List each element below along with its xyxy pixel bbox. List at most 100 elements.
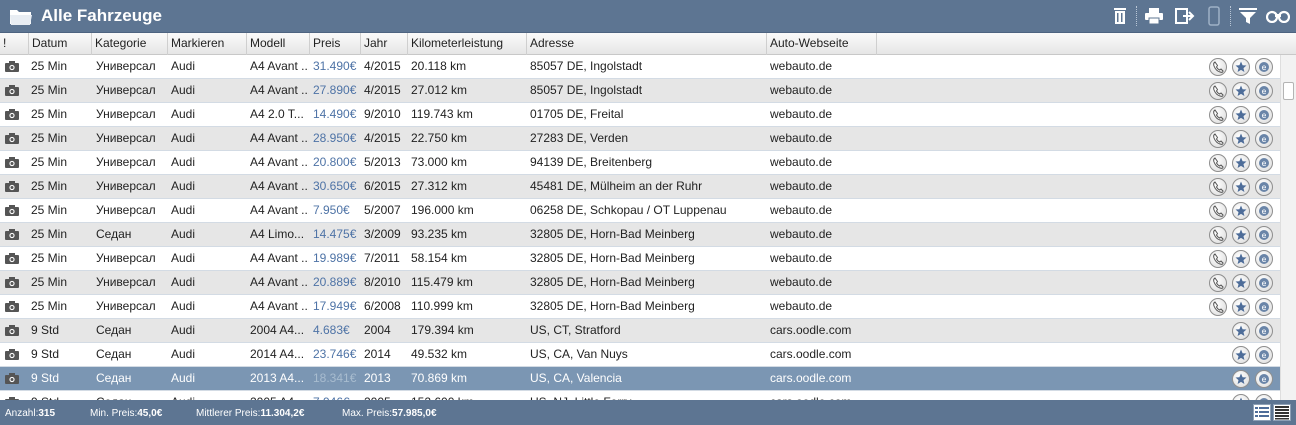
column-header-webseite[interactable]: Auto-Webseite (767, 33, 877, 55)
star-icon[interactable] (1232, 274, 1250, 292)
scrollbar-thumb[interactable] (1283, 82, 1294, 100)
table-row[interactable]: 25 Min Универсал Audi A4 Avant ... 17.94… (0, 295, 1280, 319)
star-icon[interactable] (1232, 106, 1250, 124)
cell-webseite[interactable]: webauto.de (770, 151, 876, 174)
cell-webseite[interactable]: webauto.de (770, 223, 876, 246)
table-row[interactable]: 9 Std Седан Audi 2013 A4... 18.341€ 2013… (0, 367, 1280, 391)
cell-webseite[interactable]: webauto.de (770, 199, 876, 222)
column-header-modell[interactable]: Modell (247, 33, 310, 55)
cell-webseite[interactable]: webauto.de (770, 295, 876, 318)
cell-webseite[interactable]: webauto.de (770, 79, 876, 102)
cell-modell: A4 Avant ... (250, 83, 309, 97)
browser-e-icon[interactable]: e (1255, 202, 1273, 220)
browser-e-icon[interactable]: e (1255, 106, 1273, 124)
mobile-icon[interactable] (1202, 5, 1226, 27)
star-icon[interactable] (1232, 370, 1250, 388)
table-row[interactable]: 9 Std Седан Audi 2005 A4... 7.946€ 2005 … (0, 391, 1280, 400)
column-header-flag[interactable]: ! (0, 33, 29, 55)
filter-icon[interactable] (1236, 5, 1260, 27)
table-row[interactable]: 25 Min Универсал Audi A4 Avant ... 27.89… (0, 79, 1280, 103)
browser-e-icon[interactable]: e (1255, 250, 1273, 268)
list-view-icon[interactable] (1253, 404, 1271, 421)
vertical-scrollbar[interactable] (1280, 55, 1296, 400)
cell-jahr: 2014 (364, 347, 391, 361)
browser-e-icon[interactable]: e (1255, 130, 1273, 148)
star-icon[interactable] (1232, 298, 1250, 316)
table-row[interactable]: 25 Min Универсал Audi A4 Avant ... 7.950… (0, 199, 1280, 223)
column-header-markieren[interactable]: Markieren (168, 33, 247, 55)
column-header-adresse[interactable]: Adresse (527, 33, 767, 55)
phone-icon[interactable] (1209, 58, 1227, 76)
detail-view-icon[interactable] (1273, 404, 1291, 421)
star-icon[interactable] (1232, 250, 1250, 268)
phone-icon[interactable] (1209, 154, 1227, 172)
svg-text:e: e (1262, 207, 1267, 216)
table-row[interactable]: 25 Min Универсал Audi A4 Avant ... 20.80… (0, 151, 1280, 175)
phone-icon[interactable] (1209, 82, 1227, 100)
star-icon[interactable] (1232, 154, 1250, 172)
cell-webseite[interactable]: webauto.de (770, 175, 876, 198)
browser-e-icon[interactable]: e (1255, 154, 1273, 172)
star-icon[interactable] (1232, 58, 1250, 76)
cell-adresse: 32805 DE, Horn-Bad Meinberg (530, 299, 695, 313)
column-header-jahr[interactable]: Jahr (361, 33, 408, 55)
status-bar: Anzahl:315 Min. Preis:45,0€ Mittlerer Pr… (0, 400, 1296, 425)
star-icon[interactable] (1232, 130, 1250, 148)
star-icon[interactable] (1232, 178, 1250, 196)
table-row[interactable]: 25 Min Универсал Audi A4 Avant ... 28.95… (0, 127, 1280, 151)
star-icon[interactable] (1232, 82, 1250, 100)
browser-e-icon[interactable]: e (1255, 178, 1273, 196)
cell-kategorie: Универсал (96, 275, 156, 289)
phone-icon[interactable] (1209, 202, 1227, 220)
trash-icon[interactable] (1108, 5, 1132, 27)
phone-icon[interactable] (1209, 106, 1227, 124)
column-header-datum[interactable]: Datum (29, 33, 92, 55)
cell-webseite[interactable]: cars.oodle.com (770, 391, 876, 400)
cell-webseite[interactable]: cars.oodle.com (770, 343, 876, 366)
column-header-preis[interactable]: Preis (310, 33, 361, 55)
browser-e-icon[interactable]: e (1255, 58, 1273, 76)
table-row[interactable]: 25 Min Универсал Audi A4 Avant ... 31.49… (0, 55, 1280, 79)
phone-icon[interactable] (1209, 178, 1227, 196)
browser-e-icon[interactable]: e (1255, 370, 1273, 388)
browser-e-icon[interactable]: e (1255, 322, 1273, 340)
cell-webseite[interactable]: webauto.de (770, 271, 876, 294)
browser-e-icon[interactable]: e (1255, 82, 1273, 100)
table-row[interactable]: 25 Min Седан Audi A4 Limo... 14.475€ 3/2… (0, 223, 1280, 247)
phone-icon[interactable] (1209, 130, 1227, 148)
cell-webseite[interactable]: webauto.de (770, 103, 876, 126)
camera-icon (5, 61, 19, 72)
binoculars-icon[interactable] (1266, 5, 1290, 27)
cell-datum: 25 Min (31, 179, 68, 193)
browser-e-icon[interactable]: e (1255, 346, 1273, 364)
star-icon[interactable] (1232, 322, 1250, 340)
cell-preis: 4.683€ (313, 323, 350, 337)
browser-e-icon[interactable]: e (1255, 274, 1273, 292)
table-row[interactable]: 25 Min Универсал Audi A4 Avant ... 19.98… (0, 247, 1280, 271)
cell-webseite[interactable]: webauto.de (770, 247, 876, 270)
star-icon[interactable] (1232, 202, 1250, 220)
cell-webseite[interactable]: cars.oodle.com (770, 319, 876, 342)
star-icon[interactable] (1232, 346, 1250, 364)
table-row[interactable]: 25 Min Универсал Audi A4 Avant ... 20.88… (0, 271, 1280, 295)
phone-icon[interactable] (1209, 274, 1227, 292)
phone-icon[interactable] (1209, 250, 1227, 268)
table-row[interactable]: 9 Std Седан Audi 2004 A4... 4.683€ 2004 … (0, 319, 1280, 343)
cell-adresse: 06258 DE, Schkopau / OT Luppenau (530, 203, 727, 217)
print-icon[interactable] (1142, 5, 1166, 27)
browser-e-icon[interactable]: e (1255, 226, 1273, 244)
cell-webseite[interactable]: cars.oodle.com (770, 367, 876, 390)
phone-icon[interactable] (1209, 298, 1227, 316)
phone-icon[interactable] (1209, 226, 1227, 244)
column-header-kategorie[interactable]: Kategorie (92, 33, 168, 55)
export-icon[interactable] (1173, 5, 1197, 27)
cell-kategorie: Универсал (96, 179, 156, 193)
cell-webseite[interactable]: webauto.de (770, 127, 876, 150)
browser-e-icon[interactable]: e (1255, 298, 1273, 316)
cell-webseite[interactable]: webauto.de (770, 55, 876, 78)
table-row[interactable]: 25 Min Универсал Audi A4 Avant ... 30.65… (0, 175, 1280, 199)
table-row[interactable]: 9 Std Седан Audi 2014 A4... 23.746€ 2014… (0, 343, 1280, 367)
star-icon[interactable] (1232, 226, 1250, 244)
table-row[interactable]: 25 Min Универсал Audi A4 2.0 T... 14.490… (0, 103, 1280, 127)
column-header-kilometer[interactable]: Kilometerleistung (408, 33, 527, 55)
